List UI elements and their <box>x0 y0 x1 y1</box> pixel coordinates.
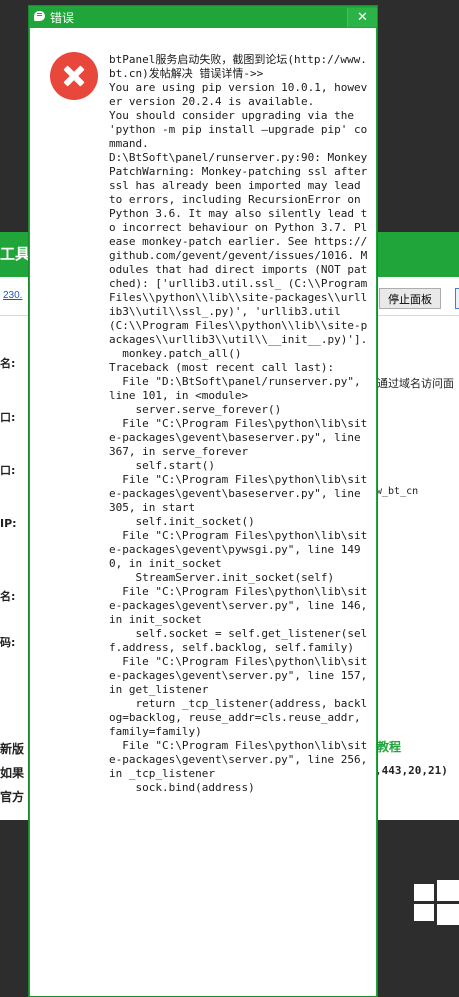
panel-action-button[interactable] <box>455 288 459 309</box>
notice-new-version: 新版 <box>0 742 25 756</box>
error-dialog: 错误 ✕ btPanel服务启动失败，截图到论坛(http://www.bt.c… <box>28 5 378 997</box>
form-label-ip: IP: <box>0 517 17 530</box>
domain-access-hint: 通过域名访问面 <box>377 377 454 390</box>
close-button[interactable]: ✕ <box>347 8 377 27</box>
panel-address-link[interactable]: 230. <box>3 290 22 301</box>
ports-text: ,443,20,21) <box>375 764 448 777</box>
form-label-domain: 名: <box>0 357 16 370</box>
dialog-body: btPanel服务启动失败，截图到论坛(http://www.bt.cn)发帖解… <box>30 28 376 996</box>
error-icon <box>50 52 98 100</box>
tutorial-link[interactable]: 教程 <box>377 738 401 755</box>
dialog-title: 错误 <box>50 11 75 25</box>
background-app-title: 工具 <box>0 245 31 263</box>
form-label-password: 码: <box>0 636 16 649</box>
form-label-username: 名: <box>0 590 16 603</box>
form-label-port: 口: <box>0 411 16 424</box>
windows-logo-icon <box>414 880 459 925</box>
notice-if: 如果 <box>0 766 25 780</box>
error-message: btPanel服务启动失败，截图到论坛(http://www.bt.cn)发帖解… <box>109 53 368 794</box>
path-hint: w_bt_cn <box>376 486 419 497</box>
stop-panel-button[interactable]: 停止面板 <box>379 288 441 309</box>
form-label-port-2: 口: <box>0 464 16 477</box>
notice-official: 官方 <box>0 790 25 804</box>
chat-bubble-icon <box>34 11 45 21</box>
dialog-titlebar[interactable]: 错误 ✕ <box>29 6 377 28</box>
